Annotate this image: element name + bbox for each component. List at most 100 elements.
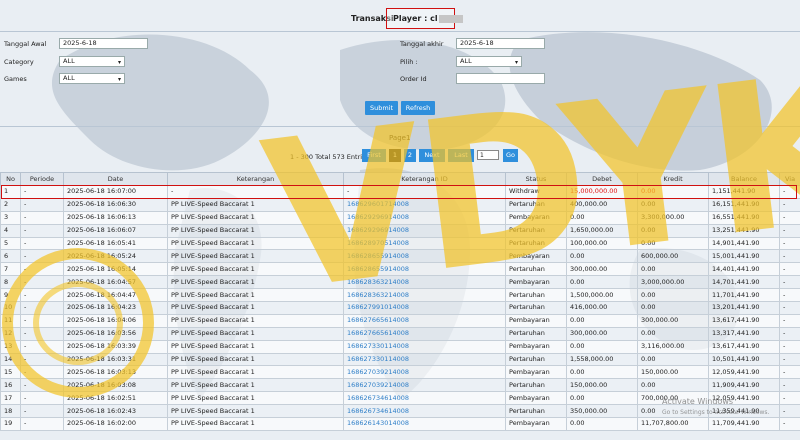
activate-windows-subtext: Go to Settings to activate Windows. <box>662 409 770 416</box>
cell-no: 3 <box>0 210 21 225</box>
cell-keterangan-id[interactable]: 168627330114008 <box>343 339 506 354</box>
cell-keterangan: PP LIVE-Speed Baccarat 1 <box>167 352 344 367</box>
watermark-logo <box>2 248 154 398</box>
pilih-label: Pilih : <box>400 58 418 66</box>
header-divider <box>0 31 800 32</box>
cell-no: 6 <box>0 249 21 264</box>
cell-debet: 416,000.00 <box>566 301 638 315</box>
cell-via: - <box>779 301 800 315</box>
cell-kredit: 150,000.00 <box>637 365 709 380</box>
cell-via: - <box>779 275 800 290</box>
cell-via: - <box>779 378 800 393</box>
pilih-select[interactable]: ALL ▾ <box>456 56 522 67</box>
cell-status: Pertaruhan <box>505 378 567 393</box>
cell-keterangan-id[interactable]: 168627039214008 <box>343 365 506 380</box>
cell-via: - <box>779 288 800 303</box>
cell-date: 2025-06-18 16:07:00 <box>63 185 168 199</box>
cell-debet: 0.00 <box>566 365 638 380</box>
cell-balance: 13,317,441.90 <box>708 326 780 341</box>
cell-no: 2 <box>0 197 21 212</box>
cell-kredit: 300,000.00 <box>637 313 709 328</box>
cell-debet: 0.00 <box>566 391 638 406</box>
redacted-player-name <box>438 14 463 23</box>
cell-debet: 300,000.00 <box>566 326 638 341</box>
games-select[interactable]: ALL ▾ <box>59 73 125 84</box>
table-row[interactable]: 19-2025-06-18 16:02:00 PP LIVE-Speed Bacc… <box>0 417 800 431</box>
watermark-logo-inner <box>33 281 123 365</box>
cell-kredit: 0.00 <box>637 378 709 393</box>
cell-keterangan: PP LIVE-Speed Baccarat 1 <box>167 404 344 419</box>
cell-balance: 11,709,441.90 <box>708 417 780 431</box>
chevron-down-icon: ▾ <box>117 59 121 66</box>
cell-date: 2025-06-18 16:06:30 <box>63 197 168 212</box>
tanggal-akhir-input[interactable]: 2025-6-18 <box>456 38 545 49</box>
cell-kredit: 0.00 <box>637 352 709 367</box>
cell-no: 18 <box>0 404 21 419</box>
cell-periode: - <box>20 223 64 238</box>
cell-kredit: 0.00 <box>637 326 709 341</box>
cell-keterangan-id[interactable]: 168626734614008 <box>343 404 506 419</box>
cell-balance: 10,501,441.90 <box>708 352 780 367</box>
cell-keterangan-id[interactable]: 168626143014008 <box>343 417 506 431</box>
cell-keterangan-id[interactable]: 168627330114008 <box>343 352 506 367</box>
cell-keterangan-id[interactable]: 168627039214008 <box>343 378 506 393</box>
cell-via: - <box>779 352 800 367</box>
cell-balance: 11,701,441.90 <box>708 288 780 303</box>
player-label: Player : cl <box>393 14 463 23</box>
cell-keterangan: PP LIVE-Speed Baccarat 1 <box>167 391 344 406</box>
cell-status: Pembayaran <box>505 339 567 354</box>
cell-debet: 0.00 <box>566 313 638 328</box>
cell-periode: - <box>20 185 64 199</box>
cell-kredit: 11,707,800.00 <box>637 417 709 431</box>
tanggal-awal-label: Tanggal Awal <box>4 40 47 48</box>
page-header: Transaksi Player : cl <box>0 8 800 30</box>
cell-no: 7 <box>0 262 21 277</box>
cell-status: Pembayaran <box>505 391 567 406</box>
cell-periode: - <box>20 404 64 419</box>
cell-via: - <box>779 417 800 431</box>
cell-keterangan: PP LIVE-Speed Baccarat 1 <box>167 378 344 393</box>
column-header-no[interactable]: No <box>0 172 21 186</box>
cell-balance: 13,617,441.90 <box>708 339 780 354</box>
cell-keterangan: PP LIVE-Speed Baccarat 1 <box>167 365 344 380</box>
cell-keterangan: PP LIVE-Speed Baccarat 1 <box>167 417 344 431</box>
cell-debet: 350,000.00 <box>566 404 638 419</box>
cell-status: Pertaruhan <box>505 404 567 419</box>
tanggal-awal-input[interactable]: 2025-6-18 <box>59 38 148 49</box>
cell-keterangan-id[interactable]: 168626734614008 <box>343 391 506 406</box>
chevron-down-icon: ▾ <box>514 59 518 66</box>
cell-no: 16 <box>0 378 21 393</box>
watermark-text: VDYK <box>252 28 800 338</box>
cell-keterangan-id[interactable]: 168627665614008 <box>343 326 506 341</box>
tanggal-akhir-label: Tanggal akhir <box>400 40 444 48</box>
cell-no: 4 <box>0 223 21 238</box>
cell-debet: 0.00 <box>566 417 638 431</box>
activate-windows-text: Activate Windows <box>662 397 734 406</box>
column-header-periode[interactable]: Periode <box>20 172 64 186</box>
cell-kredit: 3,116,000.00 <box>637 339 709 354</box>
cell-debet: 0.00 <box>566 339 638 354</box>
cell-status: Pertaruhan <box>505 326 567 341</box>
cell-via: - <box>779 391 800 406</box>
cell-periode: - <box>20 236 64 251</box>
category-select[interactable]: ALL ▾ <box>59 56 125 67</box>
column-header-date[interactable]: Date <box>63 172 168 186</box>
cell-no: 17 <box>0 391 21 406</box>
cell-balance: 11,909,441.90 <box>708 378 780 393</box>
player-highlight-box: Player : cl <box>386 8 463 29</box>
cell-debet: 1,558,000.00 <box>566 352 638 367</box>
cell-status: Pertaruhan <box>505 352 567 367</box>
cell-date: 2025-06-18 16:02:00 <box>63 417 168 431</box>
cell-via: - <box>779 339 800 354</box>
cell-balance: 13,617,441.90 <box>708 313 780 328</box>
cell-balance: 13,201,441.90 <box>708 301 780 315</box>
cell-status: Pembayaran <box>505 365 567 380</box>
cell-debet: 150,000.00 <box>566 378 638 393</box>
cell-status: Pembayaran <box>505 313 567 328</box>
cell-via: - <box>779 326 800 341</box>
cell-via: - <box>779 404 800 419</box>
cell-no: 5 <box>0 236 21 251</box>
cell-keterangan: PP LIVE-Speed Baccarat 1 <box>167 339 344 354</box>
cell-balance: 12,059,441.90 <box>708 365 780 380</box>
cell-via: - <box>779 365 800 380</box>
